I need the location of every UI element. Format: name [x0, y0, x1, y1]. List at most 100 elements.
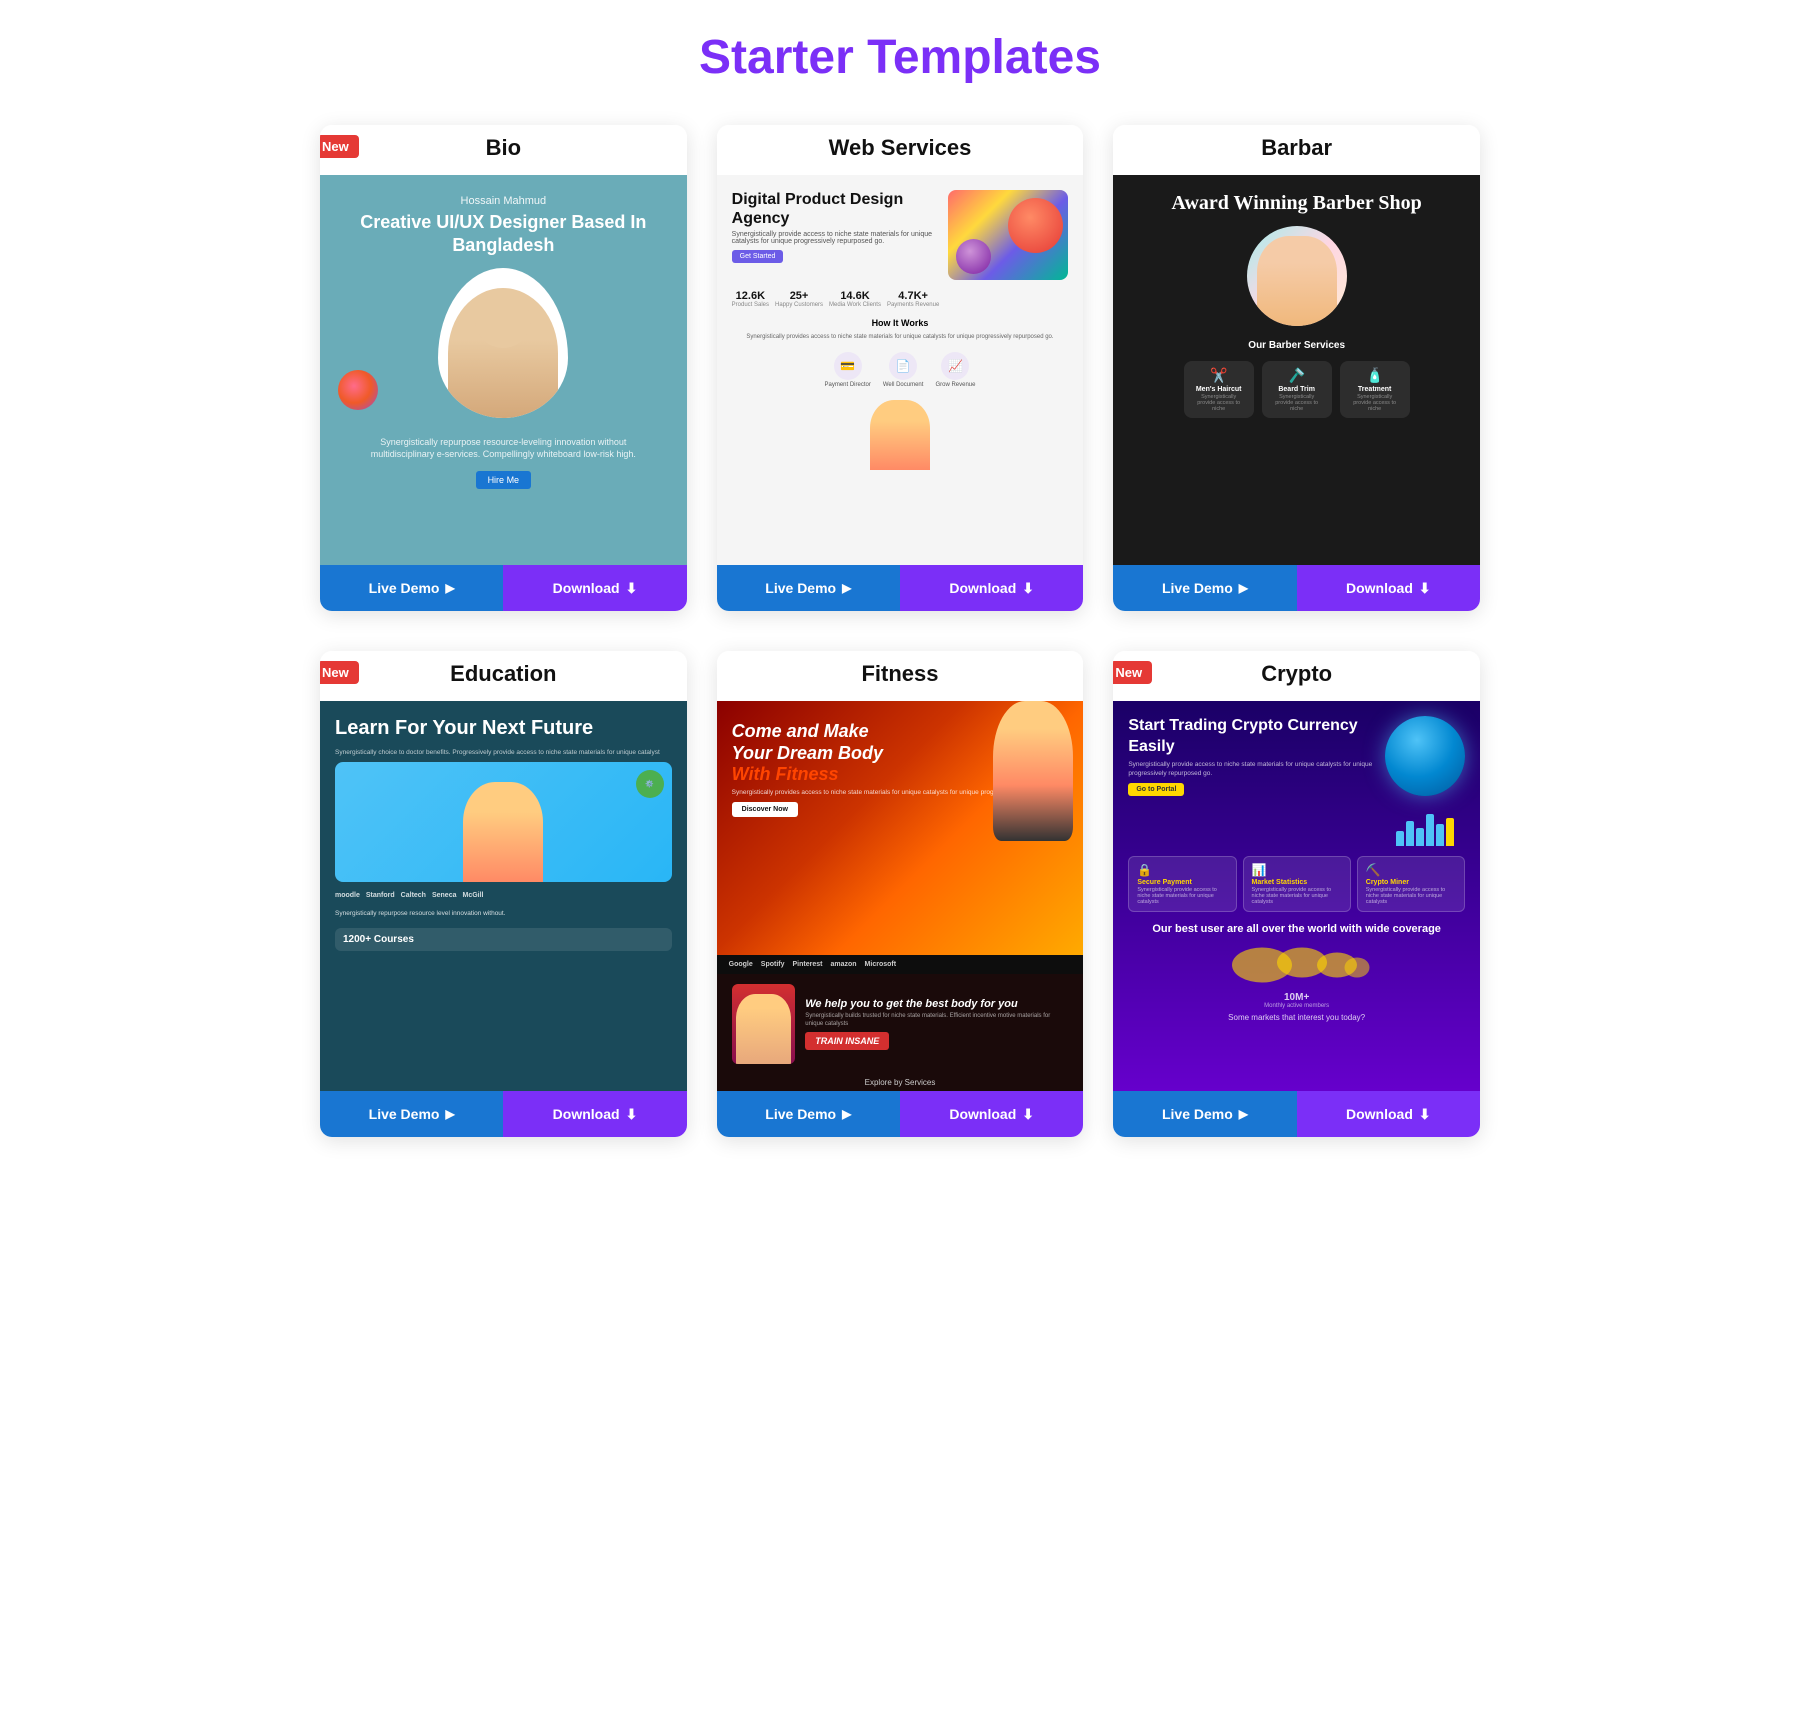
barbar-service-desc-0: Synergistically provide access to niche	[1192, 394, 1246, 412]
bar-5	[1436, 824, 1444, 846]
fitness-section-text: We help you to get the best body for you…	[805, 998, 1068, 1051]
fitness-logo-1: Spotify	[761, 961, 785, 968]
ws-cta-btn[interactable]: Get Started	[732, 250, 784, 263]
ws-how-desc: Synergistically provides access to niche…	[732, 334, 1069, 340]
fitness-hero: Come and MakeYour Dream BodyWith Fitness…	[717, 701, 1084, 955]
fitness-section-person	[736, 994, 791, 1064]
crypto-cta-btn[interactable]: Go to Portal	[1128, 783, 1184, 796]
page-title: Starter Templates	[20, 30, 1780, 85]
barbar-action-bar: Live Demo ▶ Download ⬇	[1113, 565, 1480, 611]
barbar-service-name-2: Treatment	[1348, 386, 1402, 393]
fitness-live-demo-label: Live Demo	[765, 1106, 836, 1122]
barbar-live-demo-label: Live Demo	[1162, 580, 1233, 596]
crypto-users-label: Monthly active members	[1264, 1003, 1329, 1009]
new-badge-crypto: New	[1113, 661, 1152, 684]
edu-logo-3: Seneca	[432, 892, 457, 899]
edu-download-button[interactable]: Download ⬇	[503, 1091, 686, 1137]
ws-icon-2: 📈 Grow Revenue	[935, 352, 975, 388]
crypto-users-count: 10M+	[1284, 992, 1309, 1003]
ws-icon-circle-2: 📈	[941, 352, 969, 380]
crypto-card-icon-2: ⛏️	[1366, 863, 1456, 877]
ws-live-demo-button[interactable]: Live Demo ▶	[717, 565, 900, 611]
crypto-world-text: Our best user are all over the world wit…	[1152, 922, 1441, 936]
edu-arrow-icon: ▶	[445, 1107, 454, 1121]
ws-ball2	[956, 239, 991, 274]
ws-icon-circle-1: 📄	[889, 352, 917, 380]
edu-logo-0: moodle	[335, 892, 360, 899]
card-title-crypto: Crypto	[1113, 651, 1480, 701]
fitness-logo-2: Pinterest	[793, 961, 823, 968]
barbar-download-button[interactable]: Download ⬇	[1297, 565, 1480, 611]
barbar-service-icon-2: 🧴	[1348, 367, 1402, 384]
crypto-world-section: Our best user are all over the world wit…	[1128, 922, 1465, 1022]
bio-person-shape	[448, 288, 558, 418]
edu-logos: moodle Stanford Caltech Seneca McGill	[335, 892, 672, 899]
edu-logo-1: Stanford	[366, 892, 395, 899]
fitness-download-button[interactable]: Download ⬇	[900, 1091, 1083, 1137]
crypto-download-button[interactable]: Download ⬇	[1297, 1091, 1480, 1137]
card-crypto: New Crypto Start Trading Crypto Currency…	[1113, 651, 1480, 1137]
barbar-services-title: Our Barber Services	[1248, 340, 1345, 351]
ws-colorbox	[948, 190, 1068, 280]
edu-desc: Synergistically repurpose resource level…	[335, 909, 672, 918]
bio-live-demo-button[interactable]: Live Demo ▶	[320, 565, 503, 611]
barbar-person-shape	[1257, 236, 1337, 326]
fitness-section-title: We help you to get the best body for you	[805, 998, 1068, 1011]
bar-6	[1446, 818, 1454, 846]
crypto-card-desc-0: Synergistically provide access to niche …	[1137, 887, 1227, 905]
edu-logo-4: McGill	[463, 892, 484, 899]
barbar-live-demo-button[interactable]: Live Demo ▶	[1113, 565, 1296, 611]
bio-headline: Creative UI/UX Designer Based In Banglad…	[340, 211, 667, 258]
ws-title: Digital Product Design Agency	[732, 190, 941, 228]
crypto-coin	[1385, 716, 1465, 796]
crypto-live-demo-label: Live Demo	[1162, 1106, 1233, 1122]
ws-icon-0: 💳 Payment Director	[825, 352, 871, 388]
card-fitness: Fitness Come and MakeYour Dream BodyWith…	[717, 651, 1084, 1137]
ws-icons: 💳 Payment Director 📄 Well Document 📈 Gro…	[732, 352, 1069, 388]
barbar-service-icon-0: ✂️	[1192, 367, 1246, 384]
fitness-live-demo-button[interactable]: Live Demo ▶	[717, 1091, 900, 1137]
bio-hire-btn[interactable]: Hire Me	[476, 471, 532, 489]
ws-person	[870, 400, 930, 470]
ws-stat-lbl-1: Happy Customers	[775, 302, 823, 308]
crypto-card-title-1: Market Statistics	[1252, 879, 1342, 886]
barbar-service-name-1: Beard Trim	[1270, 386, 1324, 393]
new-badge-education: New	[320, 661, 359, 684]
ws-stat-2: 14.6K Media Work Clients	[829, 290, 881, 308]
crypto-card-title-0: Secure Payment	[1137, 879, 1227, 886]
bio-download-button[interactable]: Download ⬇	[503, 565, 686, 611]
barbar-service-desc-1: Synergistically provide access to niche	[1270, 394, 1324, 412]
fitness-section-image	[732, 984, 796, 1064]
template-grid: New Bio Hossain Mahmud Creative UI/UX De…	[320, 125, 1480, 1137]
edu-badge: ⚙️	[636, 770, 664, 798]
crypto-chart-bars	[1396, 806, 1454, 846]
ws-ball1	[1008, 198, 1063, 253]
crypto-download-label: Download	[1346, 1106, 1413, 1122]
ws-download-button[interactable]: Download ⬇	[900, 565, 1083, 611]
edu-live-demo-button[interactable]: Live Demo ▶	[320, 1091, 503, 1137]
ws-stat-val-3: 4.7K+	[887, 290, 939, 302]
card-education: New Education Learn For Your Next Future…	[320, 651, 687, 1137]
crypto-question: Some markets that interest you today?	[1228, 1013, 1365, 1022]
barbar-avatar	[1247, 226, 1347, 326]
edu-download-icon: ⬇	[626, 1106, 638, 1123]
preview-web-services: Digital Product Design Agency Synergisti…	[717, 175, 1084, 565]
bio-arrow-icon: ▶	[445, 581, 454, 595]
barbar-services-list: ✂️ Men's Haircut Synergistically provide…	[1184, 361, 1410, 418]
ws-icon-lbl-1: Well Document	[883, 382, 924, 388]
fitness-download-icon: ⬇	[1022, 1106, 1034, 1123]
fitness-logo-3: amazon	[830, 961, 856, 968]
crypto-live-demo-button[interactable]: Live Demo ▶	[1113, 1091, 1296, 1137]
edu-sub: Synergistically choice to doctor benefit…	[335, 749, 672, 756]
fitness-hero-person	[993, 701, 1073, 841]
fitness-logos: Google Spotify Pinterest amazon Microsof…	[717, 955, 1084, 974]
barbar-service-2: 🧴 Treatment Synergistically provide acce…	[1340, 361, 1410, 418]
card-title-fitness: Fitness	[717, 651, 1084, 701]
crypto-action-bar: Live Demo ▶ Download ⬇	[1113, 1091, 1480, 1137]
bio-live-demo-label: Live Demo	[369, 580, 440, 596]
edu-courses-num: 1200+ Courses	[343, 934, 414, 945]
edu-person-shape	[463, 782, 543, 882]
edu-live-demo-label: Live Demo	[369, 1106, 440, 1122]
barbar-service-0: ✂️ Men's Haircut Synergistically provide…	[1184, 361, 1254, 418]
fitness-cta-btn[interactable]: Discover Now	[732, 802, 798, 817]
